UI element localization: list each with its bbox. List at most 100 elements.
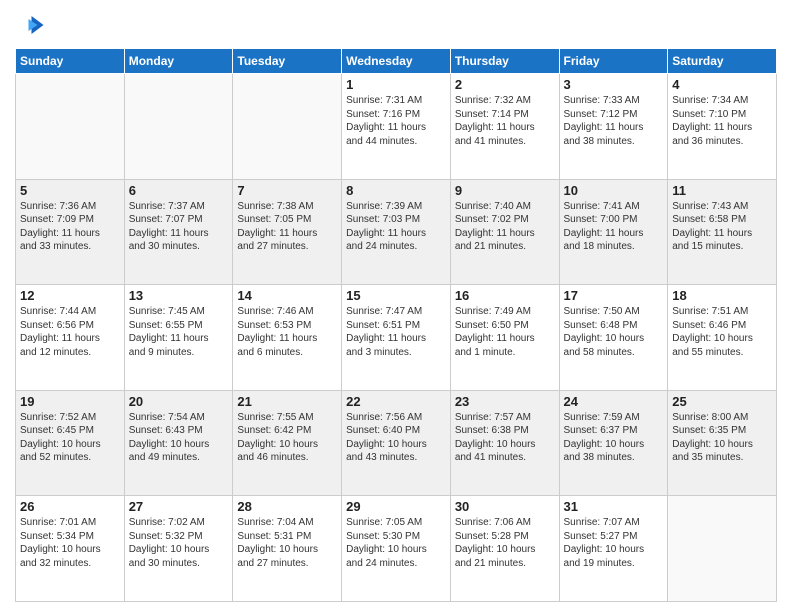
day-header-monday: Monday <box>124 49 233 74</box>
day-header-thursday: Thursday <box>450 49 559 74</box>
cell-text: Sunrise: 7:37 AMSunset: 7:07 PMDaylight:… <box>129 200 229 254</box>
calendar-cell: 9 Sunrise: 7:40 AMSunset: 7:02 PMDaylight… <box>450 179 559 285</box>
cell-text: Sunrise: 7:41 AMSunset: 7:00 PMDaylight:… <box>564 200 664 254</box>
day-header-wednesday: Wednesday <box>342 49 451 74</box>
cell-text: Sunrise: 7:51 AMSunset: 6:46 PMDaylight:… <box>672 305 772 359</box>
header <box>15 10 777 40</box>
calendar-cell: 25 Sunrise: 8:00 AMSunset: 6:35 PMDayligh… <box>668 390 777 496</box>
calendar-cell: 23 Sunrise: 7:57 AMSunset: 6:38 PMDayligh… <box>450 390 559 496</box>
calendar-cell: 31Sunrise: 7:07 AMSunset: 5:27 PMDayligh… <box>559 496 668 602</box>
calendar-cell: 27Sunrise: 7:02 AMSunset: 5:32 PMDayligh… <box>124 496 233 602</box>
day-number: 16 <box>455 288 555 303</box>
calendar-cell: 14 Sunrise: 7:46 AMSunset: 6:53 PMDayligh… <box>233 285 342 391</box>
day-number: 2 <box>455 77 555 92</box>
calendar-cell: 20Sunrise: 7:54 AMSunset: 6:43 PMDayligh… <box>124 390 233 496</box>
cell-text: Sunrise: 7:33 AMSunset: 7:12 PMDaylight:… <box>564 94 664 148</box>
day-number: 10 <box>564 183 664 198</box>
cell-text: Sunrise: 7:06 AMSunset: 5:28 PMDaylight:… <box>455 516 555 570</box>
calendar-cell: 3 Sunrise: 7:33 AMSunset: 7:12 PMDaylight… <box>559 74 668 180</box>
day-number: 17 <box>564 288 664 303</box>
day-number: 23 <box>455 394 555 409</box>
day-number: 5 <box>20 183 120 198</box>
calendar-cell: 7Sunrise: 7:38 AMSunset: 7:05 PMDaylight… <box>233 179 342 285</box>
cell-text: Sunrise: 8:00 AMSunset: 6:35 PMDaylight:… <box>672 411 772 465</box>
calendar-cell: 12Sunrise: 7:44 AMSunset: 6:56 PMDayligh… <box>16 285 125 391</box>
calendar-cell: 26 Sunrise: 7:01 AMSunset: 5:34 PMDayligh… <box>16 496 125 602</box>
cell-text: Sunrise: 7:45 AMSunset: 6:55 PMDaylight:… <box>129 305 229 359</box>
cell-text: Sunrise: 7:57 AMSunset: 6:38 PMDaylight:… <box>455 411 555 465</box>
cell-text: Sunrise: 7:32 AMSunset: 7:14 PMDaylight:… <box>455 94 555 148</box>
calendar-cell: 6 Sunrise: 7:37 AMSunset: 7:07 PMDaylight… <box>124 179 233 285</box>
day-number: 9 <box>455 183 555 198</box>
calendar-cell: 17 Sunrise: 7:50 AMSunset: 6:48 PMDayligh… <box>559 285 668 391</box>
day-number: 26 <box>20 499 120 514</box>
calendar-cell: 5Sunrise: 7:36 AMSunset: 7:09 PMDaylight… <box>16 179 125 285</box>
day-number: 27 <box>129 499 229 514</box>
calendar-table: SundayMondayTuesdayWednesdayThursdayFrid… <box>15 48 777 602</box>
week-row-3: 12Sunrise: 7:44 AMSunset: 6:56 PMDayligh… <box>16 285 777 391</box>
calendar-header: SundayMondayTuesdayWednesdayThursdayFrid… <box>16 49 777 74</box>
calendar-cell: 29 Sunrise: 7:05 AMSunset: 5:30 PMDayligh… <box>342 496 451 602</box>
calendar-cell: 24 Sunrise: 7:59 AMSunset: 6:37 PMDayligh… <box>559 390 668 496</box>
day-header-sunday: Sunday <box>16 49 125 74</box>
day-number: 18 <box>672 288 772 303</box>
cell-text: Sunrise: 7:31 AMSunset: 7:16 PMDaylight:… <box>346 94 446 148</box>
day-number: 22 <box>346 394 446 409</box>
calendar-cell: 8Sunrise: 7:39 AMSunset: 7:03 PMDaylight… <box>342 179 451 285</box>
day-number: 11 <box>672 183 772 198</box>
week-row-2: 5Sunrise: 7:36 AMSunset: 7:09 PMDaylight… <box>16 179 777 285</box>
cell-text: Sunrise: 7:47 AMSunset: 6:51 PMDaylight:… <box>346 305 446 359</box>
calendar-cell <box>668 496 777 602</box>
calendar-cell <box>124 74 233 180</box>
cell-text: Sunrise: 7:40 AMSunset: 7:02 PMDaylight:… <box>455 200 555 254</box>
day-number: 7 <box>237 183 337 198</box>
calendar-cell: 4 Sunrise: 7:34 AMSunset: 7:10 PMDaylight… <box>668 74 777 180</box>
cell-text: Sunrise: 7:52 AMSunset: 6:45 PMDaylight:… <box>20 411 120 465</box>
calendar-cell: 15Sunrise: 7:47 AMSunset: 6:51 PMDayligh… <box>342 285 451 391</box>
day-number: 19 <box>20 394 120 409</box>
calendar-cell: 2 Sunrise: 7:32 AMSunset: 7:14 PMDaylight… <box>450 74 559 180</box>
day-header-tuesday: Tuesday <box>233 49 342 74</box>
cell-text: Sunrise: 7:01 AMSunset: 5:34 PMDaylight:… <box>20 516 120 570</box>
calendar-cell: 30Sunrise: 7:06 AMSunset: 5:28 PMDayligh… <box>450 496 559 602</box>
day-number: 3 <box>564 77 664 92</box>
cell-text: Sunrise: 7:54 AMSunset: 6:43 PMDaylight:… <box>129 411 229 465</box>
cell-text: Sunrise: 7:07 AMSunset: 5:27 PMDaylight:… <box>564 516 664 570</box>
week-row-1: 1 Sunrise: 7:31 AMSunset: 7:16 PMDaylight… <box>16 74 777 180</box>
cell-text: Sunrise: 7:49 AMSunset: 6:50 PMDaylight:… <box>455 305 555 359</box>
day-number: 24 <box>564 394 664 409</box>
cell-text: Sunrise: 7:46 AMSunset: 6:53 PMDaylight:… <box>237 305 337 359</box>
day-number: 1 <box>346 77 446 92</box>
calendar-cell <box>16 74 125 180</box>
day-number: 29 <box>346 499 446 514</box>
cell-text: Sunrise: 7:43 AMSunset: 6:58 PMDaylight:… <box>672 200 772 254</box>
calendar-body: 1 Sunrise: 7:31 AMSunset: 7:16 PMDaylight… <box>16 74 777 602</box>
calendar-cell: 22 Sunrise: 7:56 AMSunset: 6:40 PMDayligh… <box>342 390 451 496</box>
day-number: 4 <box>672 77 772 92</box>
logo-icon <box>15 10 45 40</box>
day-number: 14 <box>237 288 337 303</box>
cell-text: Sunrise: 7:04 AMSunset: 5:31 PMDaylight:… <box>237 516 337 570</box>
cell-text: Sunrise: 7:56 AMSunset: 6:40 PMDaylight:… <box>346 411 446 465</box>
calendar-cell: 21Sunrise: 7:55 AMSunset: 6:42 PMDayligh… <box>233 390 342 496</box>
week-row-5: 26 Sunrise: 7:01 AMSunset: 5:34 PMDayligh… <box>16 496 777 602</box>
cell-text: Sunrise: 7:59 AMSunset: 6:37 PMDaylight:… <box>564 411 664 465</box>
calendar-cell: 28Sunrise: 7:04 AMSunset: 5:31 PMDayligh… <box>233 496 342 602</box>
day-number: 13 <box>129 288 229 303</box>
day-number: 25 <box>672 394 772 409</box>
calendar-cell <box>233 74 342 180</box>
calendar-cell: 13 Sunrise: 7:45 AMSunset: 6:55 PMDayligh… <box>124 285 233 391</box>
cell-text: Sunrise: 7:34 AMSunset: 7:10 PMDaylight:… <box>672 94 772 148</box>
cell-text: Sunrise: 7:05 AMSunset: 5:30 PMDaylight:… <box>346 516 446 570</box>
week-row-4: 19 Sunrise: 7:52 AMSunset: 6:45 PMDayligh… <box>16 390 777 496</box>
day-number: 6 <box>129 183 229 198</box>
cell-text: Sunrise: 7:39 AMSunset: 7:03 PMDaylight:… <box>346 200 446 254</box>
day-header-friday: Friday <box>559 49 668 74</box>
cell-text: Sunrise: 7:50 AMSunset: 6:48 PMDaylight:… <box>564 305 664 359</box>
cell-text: Sunrise: 7:44 AMSunset: 6:56 PMDaylight:… <box>20 305 120 359</box>
logo <box>15 10 49 40</box>
calendar-cell: 19 Sunrise: 7:52 AMSunset: 6:45 PMDayligh… <box>16 390 125 496</box>
cell-text: Sunrise: 7:55 AMSunset: 6:42 PMDaylight:… <box>237 411 337 465</box>
calendar-cell: 18 Sunrise: 7:51 AMSunset: 6:46 PMDayligh… <box>668 285 777 391</box>
calendar-cell: 1 Sunrise: 7:31 AMSunset: 7:16 PMDaylight… <box>342 74 451 180</box>
